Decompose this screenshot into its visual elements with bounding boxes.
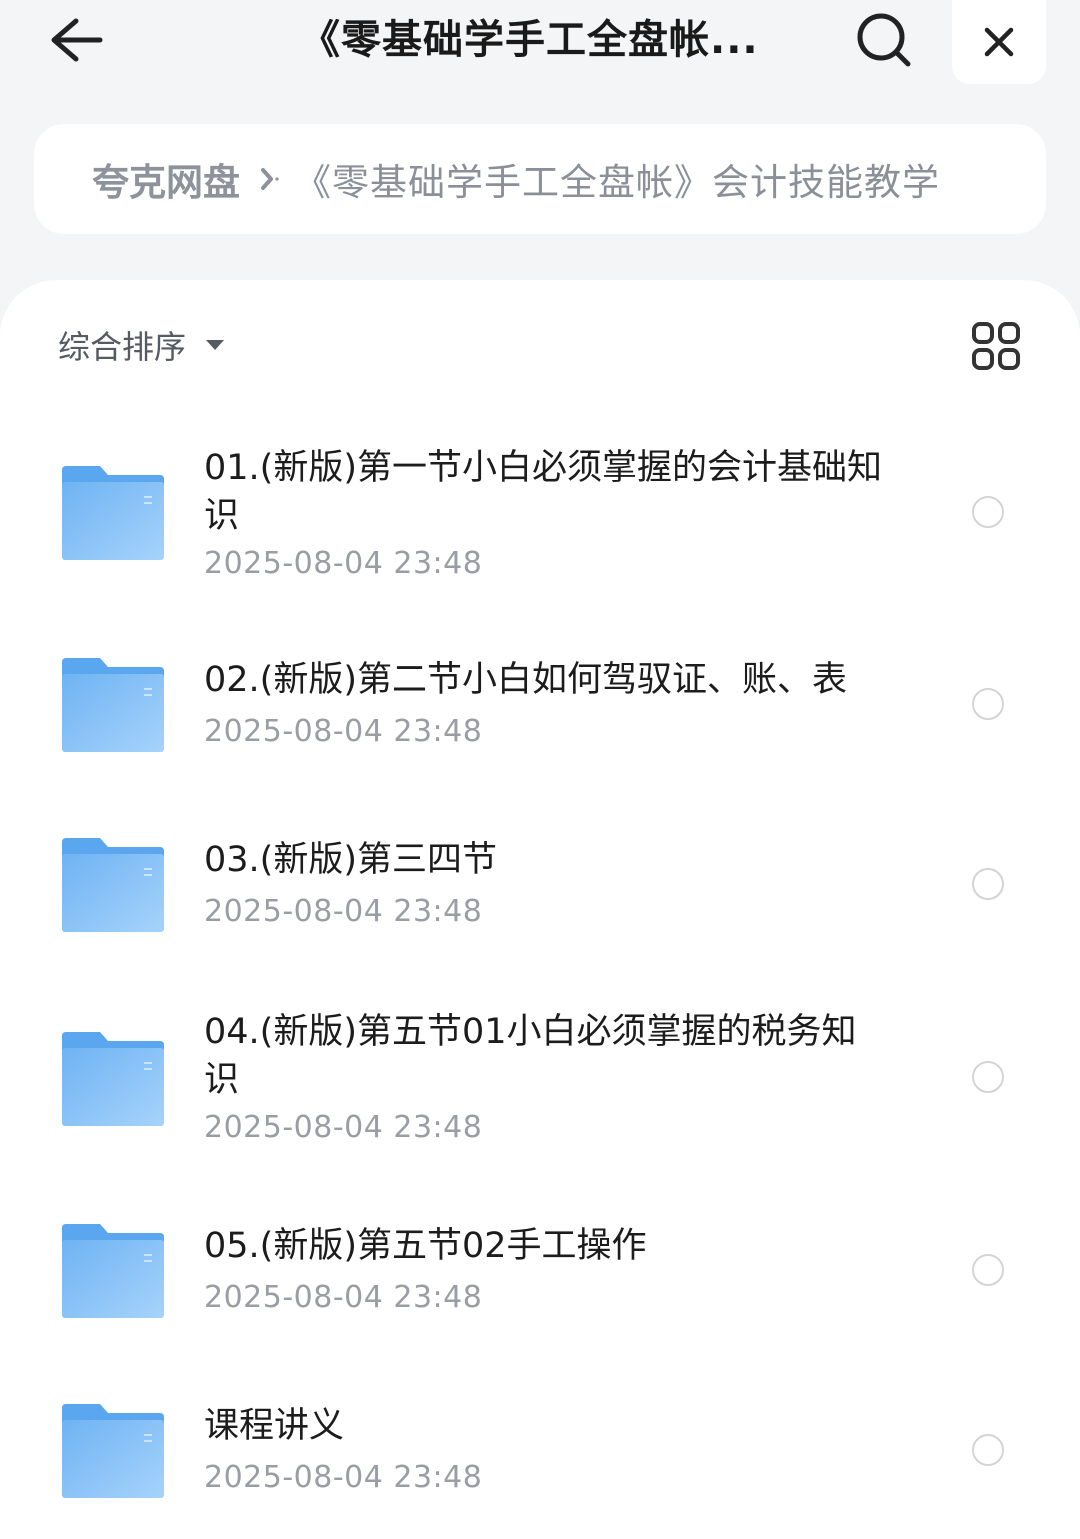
- page-title: 《零基础学手工全盘帐...: [300, 17, 759, 63]
- list-item[interactable]: 02.(新版)第二节小白如何驾驭证、账、表 2025-08-04 23:48: [0, 652, 1080, 762]
- list-item[interactable]: 01.(新版)第一节小白必须掌握的会计基础知识 2025-08-04 23:48: [0, 428, 1080, 598]
- list-item[interactable]: 03.(新版)第三四节 2025-08-04 23:48: [0, 832, 1080, 942]
- file-date: 2025-08-04 23:48: [204, 546, 483, 581]
- folder-icon: [62, 838, 164, 932]
- select-checkbox[interactable]: [972, 688, 1004, 720]
- sort-label: 综合排序: [58, 328, 187, 366]
- breadcrumb: 夸克网盘 《零基础学手工全盘帐》会计技能教学: [34, 124, 1046, 234]
- folder-icon: [62, 658, 164, 752]
- search-icon: [857, 13, 911, 67]
- file-date: 2025-08-04 23:48: [204, 1280, 483, 1315]
- select-checkbox[interactable]: [972, 496, 1004, 528]
- top-bar: 《零基础学手工全盘帐...: [0, 0, 1080, 90]
- select-checkbox[interactable]: [972, 1254, 1004, 1286]
- sort-dropdown[interactable]: 综合排序: [58, 320, 225, 370]
- back-button[interactable]: [44, 8, 108, 72]
- file-date: 2025-08-04 23:48: [204, 1460, 483, 1495]
- file-name: 课程讲义: [204, 1406, 345, 1446]
- select-checkbox[interactable]: [972, 868, 1004, 900]
- file-date: 2025-08-04 23:48: [204, 714, 483, 749]
- chevron-right-icon: [258, 164, 280, 194]
- list-item[interactable]: 04.(新版)第五节01小白必须掌握的税务知识 2025-08-04 23:48: [0, 1002, 1080, 1172]
- close-button[interactable]: [952, 0, 1046, 84]
- file-name: 03.(新版)第三四节: [204, 840, 497, 880]
- file-name: 05.(新版)第五节02手工操作: [204, 1226, 647, 1266]
- view-toggle-button[interactable]: [970, 320, 1022, 372]
- breadcrumb-root[interactable]: 夸克网盘: [92, 152, 240, 206]
- file-name: 04.(新版)第五节01小白必须掌握的税务知识: [204, 1012, 857, 1100]
- breadcrumb-current[interactable]: 《零基础学手工全盘帐》会计技能教学: [294, 152, 940, 206]
- file-name: 01.(新版)第一节小白必须掌握的会计基础知识: [204, 448, 882, 536]
- folder-icon: [62, 466, 164, 560]
- select-checkbox[interactable]: [972, 1434, 1004, 1466]
- file-date: 2025-08-04 23:48: [204, 1110, 483, 1145]
- file-date: 2025-08-04 23:48: [204, 894, 483, 929]
- list-item[interactable]: 05.(新版)第五节02手工操作 2025-08-04 23:48: [0, 1218, 1080, 1328]
- folder-icon: [62, 1224, 164, 1318]
- folder-icon: [62, 1404, 164, 1498]
- close-icon: [984, 27, 1014, 57]
- arrow-left-icon: [51, 18, 103, 62]
- file-panel: 综合排序 01.(新版)第一节小白必须掌握的会计基础知识 2025-08-04 …: [0, 280, 1080, 1539]
- grid-view-icon: [972, 322, 1020, 370]
- list-item[interactable]: 课程讲义 2025-08-04 23:48: [0, 1398, 1080, 1508]
- folder-icon: [62, 1032, 164, 1126]
- search-button[interactable]: [852, 8, 916, 72]
- select-checkbox[interactable]: [972, 1061, 1004, 1093]
- caret-down-icon: [206, 340, 225, 350]
- file-name: 02.(新版)第二节小白如何驾驭证、账、表: [204, 660, 847, 700]
